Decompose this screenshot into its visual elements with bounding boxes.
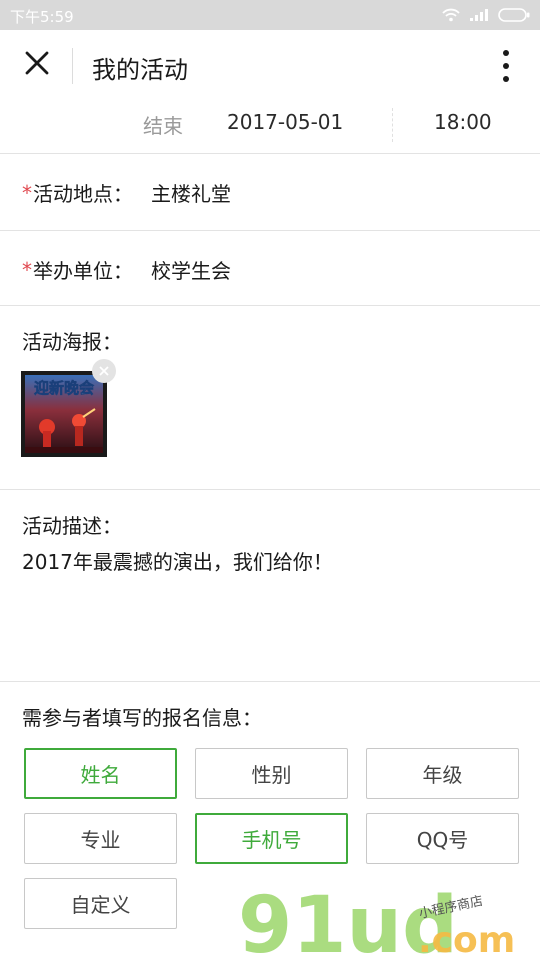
- location-input[interactable]: 主楼礼堂: [151, 178, 231, 207]
- title-bar: 我的活动: [0, 30, 540, 102]
- page-title: 我的活动: [92, 56, 188, 84]
- end-divider: [392, 108, 393, 142]
- more-dot-icon: [503, 63, 509, 69]
- description-textarea[interactable]: 2017年最震撼的演出，我们给你！: [22, 546, 333, 575]
- location-row: * 活动地点： 主楼礼堂: [0, 154, 540, 231]
- signup-field-chip[interactable]: 手机号: [195, 813, 348, 864]
- end-date-picker[interactable]: 2017-05-01: [227, 110, 343, 134]
- signup-label: 需参与者填写的报名信息：: [22, 706, 262, 730]
- status-icons: [442, 7, 530, 23]
- end-time-picker[interactable]: 18:00: [434, 110, 492, 134]
- required-mark: *: [22, 180, 32, 205]
- wifi-icon: [442, 8, 460, 22]
- organizer-input[interactable]: 校学生会: [151, 255, 231, 284]
- end-time-row: 结束 2017-05-01 18:00: [0, 100, 540, 154]
- required-mark: *: [22, 257, 32, 282]
- signup-field-chip[interactable]: 性别: [195, 748, 348, 799]
- close-icon: [98, 362, 110, 381]
- location-field: * 活动地点： 主楼礼堂: [22, 178, 231, 207]
- organizer-field: * 举办单位： 校学生会: [22, 255, 231, 284]
- location-label: 活动地点：: [33, 182, 133, 206]
- poster-title-text: 迎新晚会: [34, 379, 94, 397]
- more-dot-icon: [503, 50, 509, 56]
- poster-row: 活动海报： 迎新晚会: [0, 306, 540, 490]
- more-dot-icon: [503, 76, 509, 82]
- remove-poster-button[interactable]: [92, 359, 116, 383]
- description-row: 活动描述： 2017年最震撼的演出，我们给你！: [0, 490, 540, 682]
- organizer-label: 举办单位：: [33, 259, 133, 283]
- signup-field-chip[interactable]: 年级: [366, 748, 519, 799]
- signup-field-chip[interactable]: QQ号: [366, 813, 519, 864]
- signup-field-chip[interactable]: 专业: [24, 813, 177, 864]
- poster-thumbnail[interactable]: 迎新晚会: [21, 371, 107, 457]
- status-bar: 下午5:59: [0, 0, 540, 30]
- battery-icon: [498, 8, 530, 22]
- poster-label: 活动海报：: [22, 330, 122, 354]
- end-label: 结束: [143, 114, 183, 138]
- organizer-row: * 举办单位： 校学生会: [0, 231, 540, 306]
- close-button[interactable]: [18, 46, 56, 84]
- signup-fields-row: 需参与者填写的报名信息： 姓名 性别 年级 专业 手机号 QQ号 自定义: [0, 682, 540, 960]
- signup-field-chip[interactable]: 自定义: [24, 878, 177, 929]
- title-divider: [72, 48, 73, 84]
- signal-icon: [470, 9, 488, 21]
- description-label: 活动描述：: [22, 514, 122, 538]
- signup-field-chip[interactable]: 姓名: [24, 748, 177, 799]
- more-options-button[interactable]: [492, 46, 520, 86]
- poster-wrapper: 迎新晚会: [21, 359, 116, 457]
- close-icon: [24, 50, 50, 80]
- status-time: 下午5:59: [10, 8, 74, 26]
